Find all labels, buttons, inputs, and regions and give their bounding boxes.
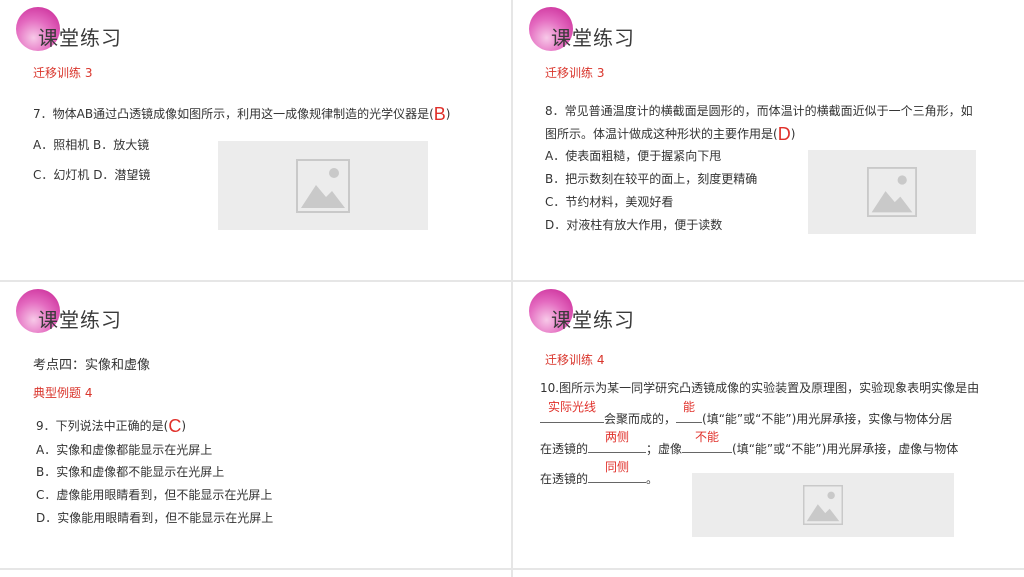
question-stem: 9．下列说法中正确的是( bbox=[36, 419, 169, 433]
question-text: 9．下列说法中正确的是(C) bbox=[36, 416, 186, 437]
answer-mark: B bbox=[433, 104, 446, 124]
slide-title: 课堂练习 bbox=[38, 308, 122, 332]
slide-q10: 课堂练习 迁移训练 4 10.图所示为某一同学研究凸透镜成像的实验装置及原理图，… bbox=[513, 282, 1024, 568]
answer-mark: D bbox=[777, 124, 791, 144]
question-stem: 图所示。体温计做成这种形状的主要作用是( bbox=[545, 127, 778, 141]
answer-blank: 不能 bbox=[682, 430, 733, 453]
image-placeholder-icon bbox=[867, 167, 917, 217]
topic-heading: 考点四：实像和虚像 bbox=[33, 358, 151, 373]
option-line: D．实像能用眼睛看到，但不能显示在光屏上 bbox=[36, 511, 274, 525]
question-segment: 在透镜的 bbox=[540, 442, 589, 456]
slide-partial bbox=[513, 570, 1024, 577]
blank-answer: 不能 bbox=[695, 430, 720, 444]
answer-blank: 实际光线 bbox=[540, 400, 604, 423]
question-text: 实际光线 会聚而成的， 能 (填“能”或“不能”)用光屏承接，实像与物体分居 bbox=[540, 400, 953, 427]
option-line: A．使表面粗糙，便于握紧向下甩 bbox=[545, 149, 722, 163]
question-text: 7．物体AB通过凸透镜成像如图所示，利用这一成像规律制造的光学仪器是(B) bbox=[33, 104, 450, 125]
section-label: 典型例题 4 bbox=[33, 386, 93, 400]
answer-blank: 能 bbox=[676, 400, 703, 423]
slide-title: 课堂练习 bbox=[38, 26, 122, 50]
slide-q8: 课堂练习 迁移训练 3 8．常见普通温度计的横截面是圆形的，而体温计的横截面近似… bbox=[513, 0, 1024, 280]
blank-answer: 实际光线 bbox=[547, 400, 596, 414]
question-close: ) bbox=[445, 107, 451, 121]
question-stem: 7．物体AB通过凸透镜成像如图所示，利用这一成像规律制造的光学仪器是( bbox=[33, 107, 434, 121]
option-line: A．实像和虚像都能显示在光屏上 bbox=[36, 443, 213, 457]
question-close: ) bbox=[181, 419, 187, 433]
option-line: B．把示数刻在较平的面上，刻度更精确 bbox=[545, 172, 758, 186]
slide-partial bbox=[0, 570, 511, 577]
question-segment: 在透镜的 bbox=[540, 472, 589, 486]
section-label: 迁移训练 3 bbox=[545, 66, 605, 80]
option-line: A．照相机 B．放大镜 bbox=[33, 138, 150, 152]
slide-q7: 课堂练习 迁移训练 3 7．物体AB通过凸透镜成像如图所示，利用这一成像规律制造… bbox=[0, 0, 511, 280]
question-segment: ；虚像 bbox=[646, 442, 683, 456]
image-placeholder bbox=[808, 150, 976, 234]
option-line: D．对液柱有放大作用，便于读数 bbox=[545, 218, 723, 232]
question-text: 图所示。体温计做成这种形状的主要作用是(D) bbox=[545, 124, 795, 145]
question-text: 10.图所示为某一同学研究凸透镜成像的实验装置及原理图，实验现象表明实像是由 bbox=[540, 381, 980, 395]
image-placeholder-icon bbox=[296, 158, 350, 213]
slide-title: 课堂练习 bbox=[551, 26, 635, 50]
image-placeholder bbox=[692, 473, 954, 537]
question-segment: 会聚而成的， bbox=[604, 412, 677, 426]
question-segment: (填“能”或“不能”)用光屏承接，实像与物体分居 bbox=[702, 412, 953, 426]
blank-answer: 两侧 bbox=[605, 430, 630, 444]
question-close: ) bbox=[790, 127, 796, 141]
section-label: 迁移训练 3 bbox=[33, 66, 93, 80]
option-line: C．虚像能用眼睛看到，但不能显示在光屏上 bbox=[36, 488, 273, 502]
section-label: 迁移训练 4 bbox=[545, 353, 605, 367]
question-segment: 。 bbox=[646, 472, 659, 486]
question-text: 在透镜的 两侧 ；虚像 不能 (填“能”或“不能”)用光屏承接，虚像与物体 bbox=[540, 430, 959, 457]
answer-blank: 两侧 bbox=[588, 430, 647, 453]
option-line: C．幻灯机 D．潜望镜 bbox=[33, 168, 151, 182]
answer-blank: 同侧 bbox=[588, 460, 647, 483]
question-segment: (填“能”或“不能”)用光屏承接，虚像与物体 bbox=[732, 442, 959, 456]
answer-mark: C bbox=[168, 416, 182, 436]
option-line: B．实像和虚像都不能显示在光屏上 bbox=[36, 465, 225, 479]
blank-answer: 能 bbox=[683, 400, 696, 414]
slide-title: 课堂练习 bbox=[551, 308, 635, 332]
image-placeholder-icon bbox=[803, 485, 843, 525]
slide-q9: 课堂练习 考点四：实像和虚像 典型例题 4 9．下列说法中正确的是(C) A．实… bbox=[0, 282, 511, 568]
blank-answer: 同侧 bbox=[605, 460, 630, 474]
image-placeholder bbox=[218, 141, 428, 230]
option-line: C．节约材料，美观好看 bbox=[545, 195, 674, 209]
question-text: 8．常见普通温度计的横截面是圆形的，而体温计的横截面近似于一个三角形，如 bbox=[545, 104, 973, 118]
question-text: 在透镜的 同侧。 bbox=[540, 460, 659, 487]
